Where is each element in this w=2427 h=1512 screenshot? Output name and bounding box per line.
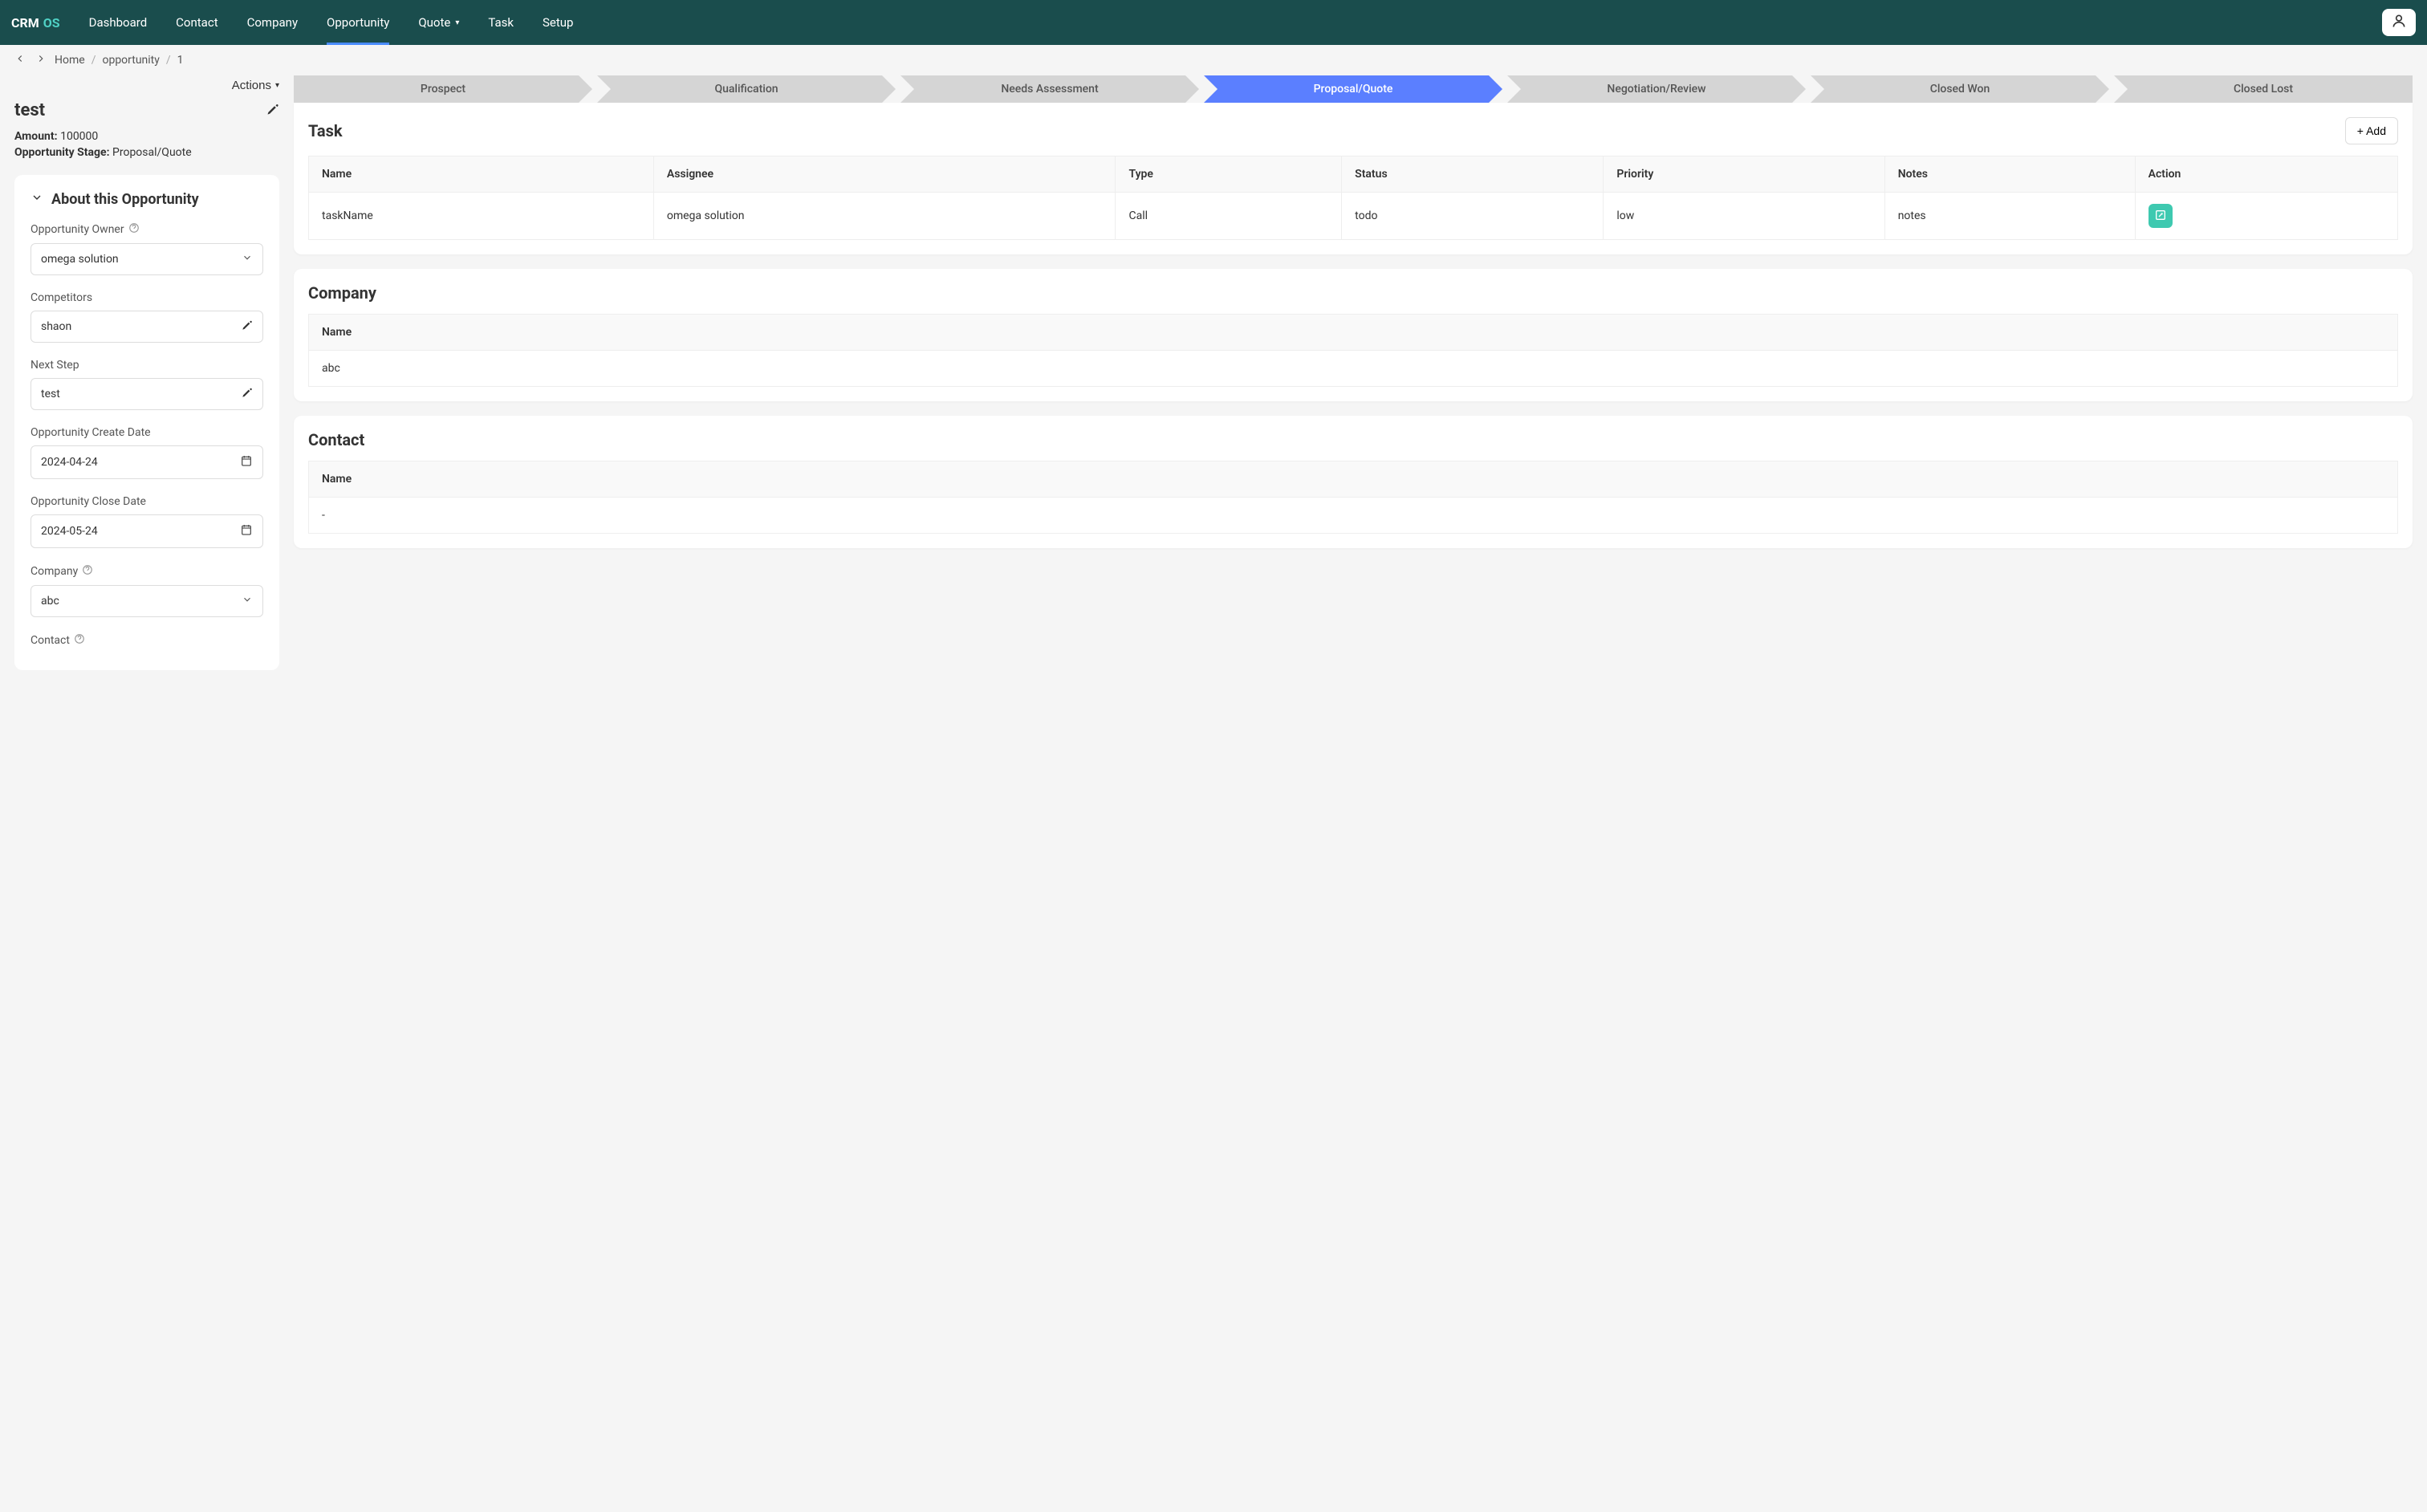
nav-task[interactable]: Task (474, 0, 528, 45)
contact-row: - (309, 498, 2398, 534)
company-select[interactable]: abc (30, 585, 263, 617)
caret-down-icon: ▾ (275, 81, 279, 90)
pencil-icon (266, 106, 279, 119)
profile-button[interactable] (2382, 9, 2416, 36)
brand-logo[interactable]: CRM OS (11, 15, 60, 30)
nav-setup[interactable]: Setup (528, 0, 587, 45)
chevron-down-icon (242, 594, 253, 608)
pencil-icon (242, 321, 253, 334)
close-date-label: Opportunity Close Date (30, 495, 146, 508)
stage-negotiation-review[interactable]: Negotiation/Review (1507, 75, 1806, 103)
arrow-right-icon (35, 53, 47, 67)
breadcrumb-separator: / (91, 54, 96, 67)
create-date-input[interactable]: 2024-04-24 (30, 445, 263, 479)
task-col-type: Type (1116, 156, 1342, 193)
add-task-button[interactable]: + Add (2345, 117, 2398, 144)
nav-dashboard[interactable]: Dashboard (75, 0, 162, 45)
stage-value: Proposal/Quote (112, 146, 192, 159)
top-navigation: CRM OS Dashboard Contact Company Opportu… (0, 0, 2427, 45)
task-col-priority: Priority (1604, 156, 1884, 193)
edit-next-step-button[interactable] (242, 387, 253, 401)
nav-opportunity[interactable]: Opportunity (312, 0, 404, 45)
contact-col-name: Name (309, 461, 2398, 498)
edit-title-button[interactable] (266, 103, 279, 119)
next-step-label: Next Step (30, 359, 79, 372)
task-row: taskName omega solution Call todo low no… (309, 193, 2398, 240)
amount-value: 100000 (60, 130, 98, 143)
arrow-left-icon (14, 53, 26, 67)
back-button[interactable] (13, 53, 27, 67)
chevron-down-icon (30, 191, 43, 208)
help-icon[interactable] (82, 564, 93, 579)
stage-pipeline: Prospect Qualification Needs Assessment … (294, 75, 2413, 103)
contact-table: Name - (308, 461, 2398, 534)
actions-dropdown[interactable]: Actions ▾ (232, 79, 279, 92)
left-panel: Actions ▾ test Amount: 100000 Opportunit… (14, 75, 279, 670)
stage-prospect[interactable]: Prospect (294, 75, 592, 103)
create-date-label: Opportunity Create Date (30, 426, 151, 439)
stage-closed-lost[interactable]: Closed Lost (2114, 75, 2413, 103)
brand-crm-text: CRM (11, 15, 39, 30)
company-row: abc (309, 351, 2398, 387)
task-section-title: Task (308, 121, 343, 140)
breadcrumb-bar: Home / opportunity / 1 (0, 45, 2427, 75)
amount-label: Amount: (14, 130, 58, 143)
edit-square-icon (2154, 209, 2167, 224)
company-col-name: Name (309, 315, 2398, 351)
calendar-icon (240, 523, 253, 539)
edit-competitors-button[interactable] (242, 319, 253, 334)
nav-items: Dashboard Contact Company Opportunity Qu… (75, 0, 588, 45)
brand-os-text: OS (43, 15, 60, 30)
stage-label: Opportunity Stage: (14, 146, 110, 159)
company-section-title: Company (308, 283, 376, 303)
pencil-icon (242, 388, 253, 401)
chevron-down-icon: ▾ (455, 18, 459, 27)
chevron-down-icon (242, 252, 253, 266)
competitors-input[interactable]: shaon (30, 311, 263, 343)
task-section: Task + Add Name Assignee Type Status Pri… (294, 103, 2413, 254)
contact-section: Contact Name - (294, 416, 2413, 548)
competitors-label: Competitors (30, 291, 92, 304)
owner-select[interactable]: omega solution (30, 243, 263, 275)
help-icon[interactable] (128, 222, 140, 237)
task-col-name: Name (309, 156, 654, 193)
next-step-input[interactable]: test (30, 378, 263, 410)
opportunity-title: test (14, 100, 45, 120)
contact-section-title: Contact (308, 430, 364, 449)
user-icon (2391, 13, 2407, 32)
contact-label: Contact (30, 634, 70, 647)
task-table: Name Assignee Type Status Priority Notes… (308, 156, 2398, 240)
stage-closed-won[interactable]: Closed Won (1811, 75, 2109, 103)
calendar-icon (240, 454, 253, 470)
help-icon[interactable] (74, 633, 85, 648)
about-header[interactable]: About this Opportunity (30, 191, 263, 208)
about-card: About this Opportunity Opportunity Owner… (14, 175, 279, 670)
nav-quote[interactable]: Quote ▾ (404, 0, 474, 45)
close-date-input[interactable]: 2024-05-24 (30, 514, 263, 548)
right-panel: Prospect Qualification Needs Assessment … (294, 75, 2413, 670)
breadcrumb-home[interactable]: Home (55, 54, 85, 67)
task-col-status: Status (1342, 156, 1604, 193)
task-col-action: Action (2135, 156, 2397, 193)
breadcrumb-separator: / (166, 54, 171, 67)
stage-proposal-quote[interactable]: Proposal/Quote (1204, 75, 1502, 103)
forward-button[interactable] (34, 53, 48, 67)
breadcrumb-opportunity[interactable]: opportunity (102, 54, 159, 67)
nav-company[interactable]: Company (233, 0, 312, 45)
stage-needs-assessment[interactable]: Needs Assessment (900, 75, 1199, 103)
task-col-notes: Notes (1884, 156, 2135, 193)
nav-contact[interactable]: Contact (161, 0, 232, 45)
edit-task-button[interactable] (2149, 204, 2173, 228)
owner-label: Opportunity Owner (30, 223, 124, 236)
company-label: Company (30, 565, 78, 578)
company-table: Name abc (308, 314, 2398, 387)
company-section: Company Name abc (294, 269, 2413, 401)
breadcrumb-id: 1 (177, 54, 184, 67)
stage-qualification[interactable]: Qualification (597, 75, 896, 103)
task-col-assignee: Assignee (653, 156, 1116, 193)
